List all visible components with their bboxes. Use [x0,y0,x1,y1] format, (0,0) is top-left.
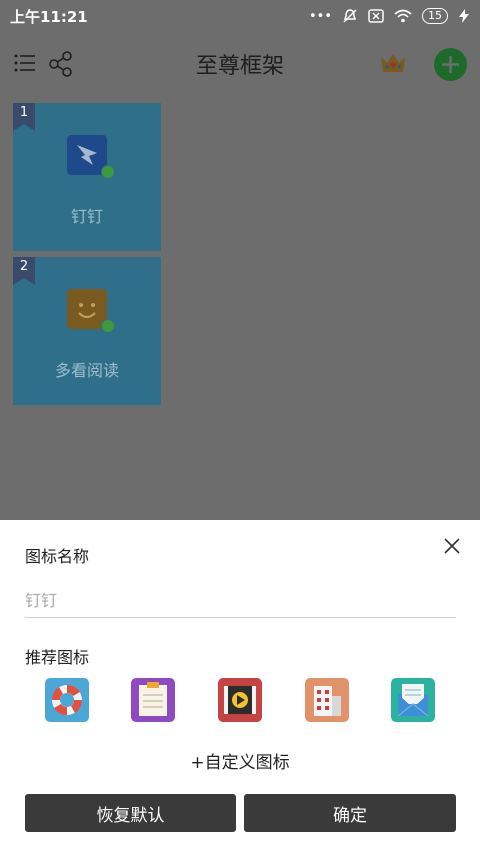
wechat-badge-icon [101,165,115,179]
add-icon [434,48,467,81]
app-header: 至尊框架 [0,32,480,96]
video-icon[interactable] [218,678,262,722]
close-icon [444,538,460,554]
app-tile-1[interactable]: 1 钉钉 [13,103,161,251]
wifi-icon [394,9,412,23]
custom-icon-link[interactable]: +自定义图标 [0,748,480,773]
mail-icon[interactable] [391,678,435,722]
wechat-badge-icon [101,319,115,333]
notepad-icon[interactable] [131,678,175,722]
icon-name-input[interactable] [25,584,456,618]
signal-dots: ••• [308,8,332,24]
app-grid: 1 钉钉 2 多看阅读 [0,96,480,520]
edit-icon-sheet: 图标名称 推荐图标 +自定义图标 恢复默认 确定 [0,520,480,853]
status-icons: ••• 15 [309,8,470,24]
lifebuoy-icon[interactable] [45,678,89,722]
tile-label: 钉钉 [70,207,103,226]
tile-number: 2 [13,257,35,285]
charging-icon [459,9,469,23]
status-bar: 上午11:21 ••• 15 [0,0,480,32]
tile-label: 多看阅读 [54,361,119,380]
crown-icon[interactable] [379,51,407,75]
confirm-button[interactable]: 确定 [244,794,456,832]
app-tile-2[interactable]: 2 多看阅读 [13,257,161,405]
mute-icon [343,9,357,23]
share-icon[interactable] [48,51,74,77]
battery-level: 15 [422,8,448,24]
sim-off-icon [368,9,384,23]
tile-number: 1 [13,103,35,131]
building-icon[interactable] [305,678,349,722]
recommended-icons-label: 推荐图标 [25,648,90,667]
add-button[interactable] [434,48,467,81]
close-button[interactable] [440,534,464,558]
status-time: 上午11:21 [10,7,88,26]
icon-name-label: 图标名称 [25,547,90,566]
restore-default-button[interactable]: 恢复默认 [25,794,236,832]
list-icon[interactable] [14,52,36,74]
